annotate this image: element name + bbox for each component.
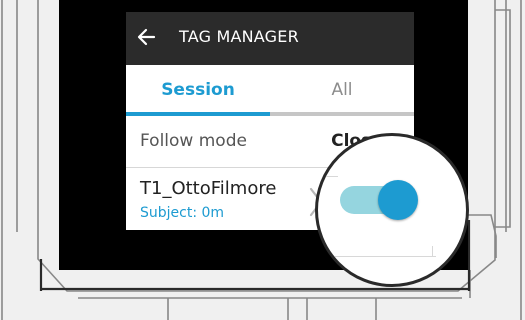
tab-bar: Session All	[126, 65, 414, 117]
app-header: TAG MANAGER	[126, 12, 414, 65]
toggle-knob[interactable]	[378, 180, 418, 220]
page-title: TAG MANAGER	[179, 27, 299, 46]
magnified-row-bottom-divider	[318, 256, 436, 257]
magnifier-callout	[315, 133, 469, 287]
subject-distance: Subject: 0m	[140, 205, 225, 221]
tab-all[interactable]: All	[270, 65, 414, 116]
arrow-left-icon[interactable]	[136, 26, 158, 48]
subject-name: T1_OttoFilmore	[140, 178, 277, 199]
tab-session[interactable]: Session	[126, 65, 270, 116]
device-mockup: TAG MANAGER Session All Follow mode Clos…	[0, 0, 525, 320]
follow-mode-label: Follow mode	[140, 131, 247, 151]
subject-follow-toggle[interactable]	[340, 180, 418, 220]
